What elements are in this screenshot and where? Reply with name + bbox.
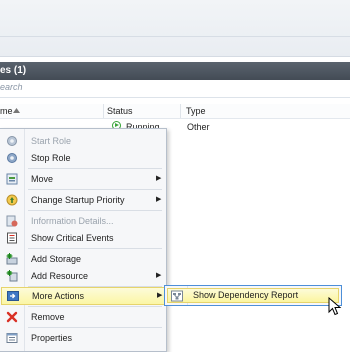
add-storage-icon — [6, 253, 18, 265]
submenu-arrow-icon: ▶ — [156, 196, 162, 203]
menu-item-label: Start Role — [31, 136, 72, 146]
menu-item-add-resource[interactable]: Add Resource ▶ — [0, 267, 166, 285]
menu-item-change-startup-priority[interactable]: Change Startup Priority ▶ — [0, 191, 166, 209]
start-role-icon — [7, 136, 17, 146]
toolbar-divider — [0, 36, 350, 37]
menu-item-stop-role[interactable]: Stop Role — [0, 149, 166, 167]
menu-item-label: Add Resource — [31, 271, 89, 281]
menu-separator — [28, 327, 162, 328]
menu-item-remove[interactable]: Remove — [0, 308, 166, 326]
menu-item-start-role[interactable]: Start Role — [0, 132, 166, 150]
roles-panel-title: es (1) — [0, 62, 350, 80]
table-header: me Status Type — [0, 104, 350, 119]
mouse-cursor-icon — [328, 297, 342, 316]
column-separator[interactable] — [103, 104, 104, 118]
more-actions-submenu: Show Dependency Report — [164, 285, 342, 306]
menu-item-label: Move — [31, 174, 54, 184]
move-icon — [6, 173, 18, 185]
column-separator[interactable] — [180, 104, 181, 118]
menu-item-label: Change Startup Priority — [31, 195, 125, 205]
more-actions-icon — [7, 291, 19, 301]
sort-ascending-icon — [13, 108, 20, 113]
menu-item-information-details[interactable]: Information Details... — [0, 212, 166, 230]
menu-item-label: Add Storage — [31, 254, 82, 264]
column-status[interactable]: Status — [107, 106, 133, 116]
menu-item-properties[interactable]: Properties — [0, 329, 166, 347]
menu-item-show-critical-events[interactable]: Show Critical Events — [0, 229, 166, 247]
menu-separator — [28, 210, 162, 211]
menu-separator — [28, 248, 162, 249]
stop-role-icon — [7, 153, 17, 163]
menu-item-more-actions[interactable]: More Actions ▶ — [1, 287, 165, 305]
menu-separator — [28, 189, 162, 190]
menu-item-add-storage[interactable]: Add Storage — [0, 250, 166, 268]
column-type[interactable]: Type — [186, 106, 206, 116]
menu-item-move[interactable]: Move ▶ — [0, 170, 166, 188]
menu-item-label: More Actions — [32, 291, 85, 301]
submenu-arrow-icon: ▶ — [156, 272, 162, 279]
type-value: Other — [187, 122, 210, 132]
submenu-arrow-icon: ▶ — [157, 292, 163, 299]
toolbar-area — [0, 0, 350, 57]
menu-separator — [28, 168, 162, 169]
remove-icon — [6, 311, 18, 323]
menu-item-label: Remove — [31, 312, 65, 322]
search-input[interactable]: earch — [0, 81, 350, 98]
menu-item-label: Properties — [31, 333, 73, 343]
roles-panel-title-text: es (1) — [0, 65, 27, 76]
add-resource-icon — [6, 270, 18, 282]
submenu-arrow-icon: ▶ — [156, 175, 162, 182]
menu-item-label: Show Critical Events — [31, 233, 114, 243]
critical-events-icon — [7, 232, 17, 244]
dependency-report-icon — [171, 290, 183, 302]
information-icon — [6, 215, 18, 227]
column-name[interactable]: me — [0, 106, 13, 116]
menu-item-label: Stop Role — [31, 153, 71, 163]
properties-icon — [6, 333, 18, 343]
menu-item-label: Information Details... — [31, 216, 114, 226]
menu-separator — [28, 306, 162, 307]
submenu-item-label: Show Dependency Report — [193, 290, 299, 300]
search-placeholder: earch — [0, 82, 23, 92]
priority-icon — [6, 194, 18, 206]
context-menu: Start Role Stop Role Move ▶ Change Start… — [0, 128, 167, 352]
